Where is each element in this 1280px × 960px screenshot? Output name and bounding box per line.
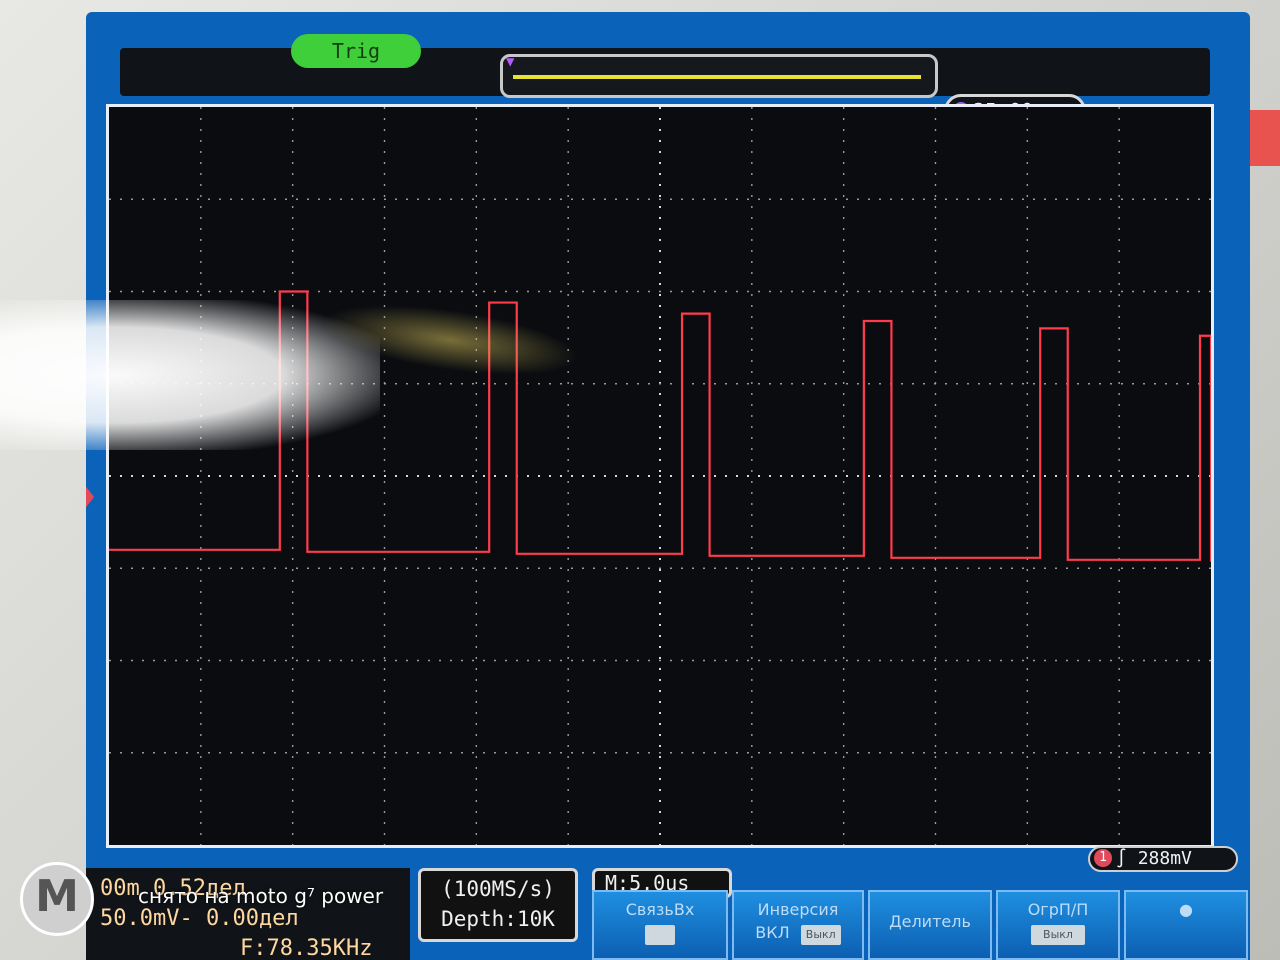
menu-invert-label: Инверсия xyxy=(757,900,839,919)
menu-page-icon: ● xyxy=(1179,900,1193,919)
menu-bwlimit-button[interactable]: ОгрП/П Выкл xyxy=(996,890,1120,960)
menu-probe-button[interactable]: Делитель xyxy=(868,890,992,960)
menu-invert-prefix: ВКЛ xyxy=(755,923,790,942)
acquisition-info: (100MS/s) Depth:10K xyxy=(418,868,578,942)
channel1-marker[interactable]: 1 xyxy=(86,484,94,510)
trigger-level-value: 288mV xyxy=(1137,848,1192,869)
menu-coupling-value xyxy=(645,925,675,945)
watermark-text: снято на moto g⁷ power xyxy=(138,884,384,908)
trigger-level-readout: 1 ∫ 288mV xyxy=(1088,846,1238,872)
trigger-status-badge: Trig xyxy=(291,34,421,68)
menu-invert-value: Выкл xyxy=(800,925,841,945)
memory-window-indicator xyxy=(513,75,921,79)
sample-rate: (100MS/s) xyxy=(441,877,555,901)
menu-bwlimit-value: Выкл xyxy=(1031,925,1085,945)
menu-probe-label: Делитель xyxy=(889,912,971,931)
trigger-position-icon: ▼ xyxy=(506,54,515,70)
memory-depth: Depth:10K xyxy=(441,907,555,931)
memory-position-bar[interactable] xyxy=(500,54,938,98)
menu-coupling-button[interactable]: СвязьВх xyxy=(592,890,728,960)
channel1-icon: 1 xyxy=(1094,849,1112,867)
motorola-logo: M xyxy=(20,862,94,936)
menu-page-button[interactable]: ● xyxy=(1124,890,1248,960)
waveform-grid xyxy=(106,104,1214,848)
menu-invert-button[interactable]: Инверсия ВКЛ Выкл xyxy=(732,890,864,960)
menu-bwlimit-label: ОгрП/П xyxy=(1027,900,1089,919)
menu-coupling-label: СвязьВх xyxy=(625,900,695,919)
waveform-plot xyxy=(109,107,1211,845)
oscilloscope-screen: Trig ▼ T 25.00ms 1 1∫ 288mV 00m 0.52дел … xyxy=(86,12,1250,960)
rising-edge-icon: ∫ xyxy=(1116,848,1127,869)
camera-watermark: M снято на moto g⁷ power xyxy=(10,862,440,942)
